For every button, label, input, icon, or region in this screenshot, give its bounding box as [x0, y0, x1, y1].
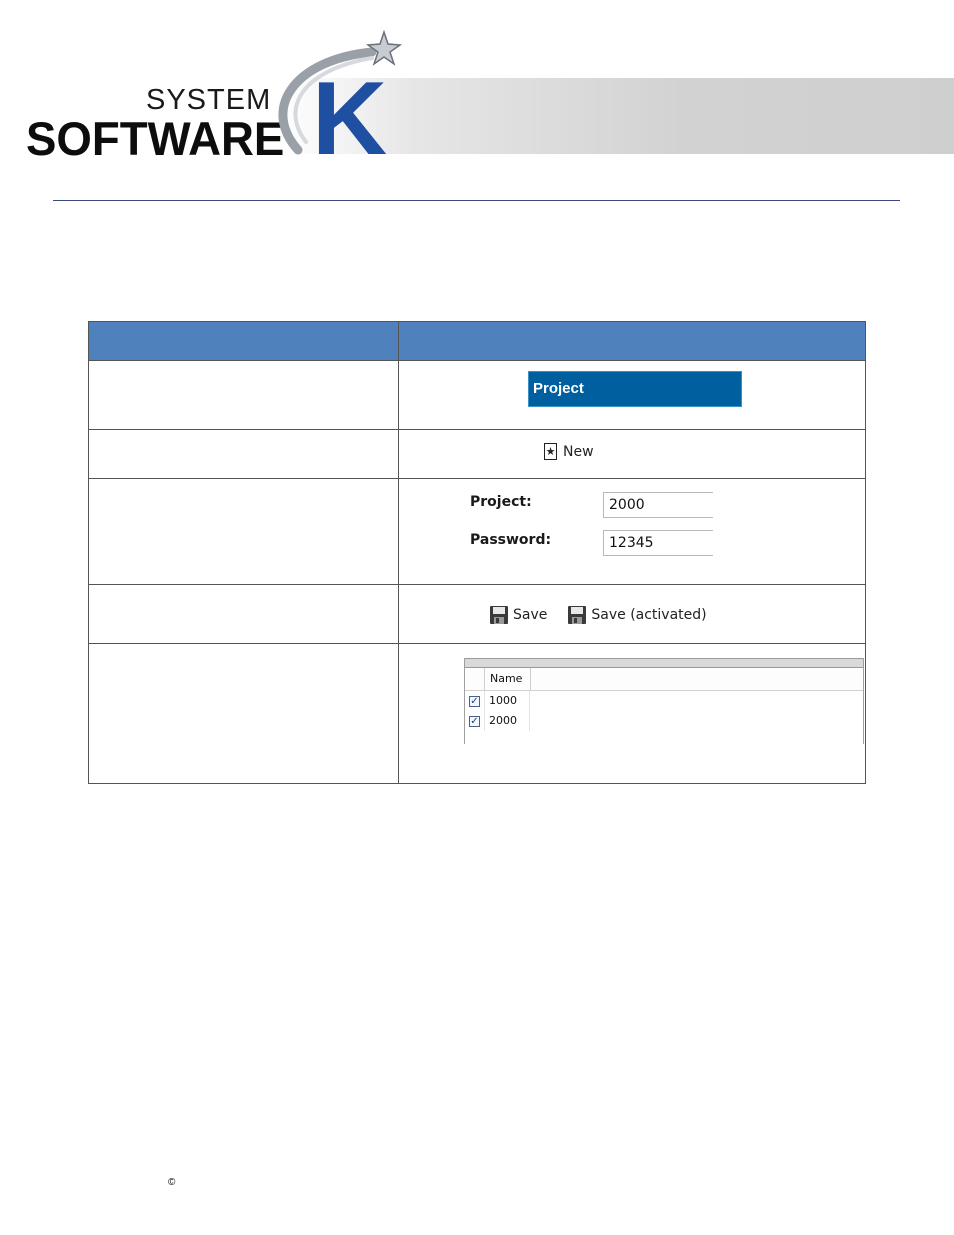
- project-tab[interactable]: Project: [528, 371, 742, 407]
- header-cell-image: [398, 321, 866, 361]
- grid-row-name: 1000: [485, 691, 530, 711]
- grid-row-check: ✓: [465, 691, 485, 711]
- step-cell: [88, 478, 399, 585]
- project-grid: Name ✓ 1000 ✓ 2000: [464, 658, 864, 744]
- password-input[interactable]: [603, 530, 713, 556]
- step-cell: [88, 360, 399, 430]
- grid-header-row: Name: [465, 668, 863, 691]
- image-cell: Save Save (activated): [398, 584, 866, 644]
- image-cell: Project: [398, 360, 866, 430]
- grid-row-name: 2000: [485, 711, 530, 731]
- password-label: Password:: [470, 532, 552, 548]
- save-button-label: Save: [513, 607, 548, 623]
- star-icon: ★: [544, 443, 557, 460]
- step-cell: [88, 429, 399, 479]
- table-row: Save Save (activated): [88, 584, 866, 644]
- step-cell: [88, 643, 399, 784]
- table-header-row: [88, 321, 866, 361]
- checkbox[interactable]: ✓: [469, 695, 480, 707]
- logo-k-icon: K: [278, 30, 402, 158]
- save-activated-label: Save (activated): [591, 607, 707, 623]
- logo-software-text: SOFTWARE: [26, 112, 285, 165]
- save-button[interactable]: Save: [489, 605, 547, 625]
- step-cell: [88, 584, 399, 644]
- header-cell-step: [88, 321, 399, 361]
- table-row: Name ✓ 1000 ✓ 2000: [88, 643, 866, 784]
- copyright-symbol: ©: [168, 1177, 176, 1188]
- instruction-table: Project ★ New Project: Password:: [88, 321, 866, 784]
- grid-row[interactable]: ✓ 1000: [465, 691, 863, 711]
- grid-top-bar: [465, 658, 863, 668]
- checkbox[interactable]: ✓: [469, 715, 480, 727]
- image-cell: ★ New: [398, 429, 866, 479]
- new-button-label: New: [563, 443, 594, 460]
- image-cell: Project: Password:: [398, 478, 866, 585]
- table-row: Project: [88, 360, 866, 430]
- header-rule: [53, 200, 900, 201]
- grid-row[interactable]: ✓ 2000: [465, 711, 863, 731]
- new-button[interactable]: ★ New: [544, 443, 594, 460]
- grid-header-check: [465, 668, 485, 690]
- grid-header-name[interactable]: Name: [485, 668, 531, 690]
- save-button-group: Save Save (activated): [489, 605, 727, 625]
- save-activated-button[interactable]: Save (activated): [567, 605, 707, 625]
- image-cell: Name ✓ 1000 ✓ 2000: [398, 643, 866, 784]
- project-label: Project:: [470, 494, 532, 510]
- floppy-disk-icon: [490, 606, 508, 624]
- table-row: ★ New: [88, 429, 866, 479]
- project-input[interactable]: [603, 492, 713, 518]
- floppy-disk-icon: [568, 606, 587, 624]
- table-row: Project: Password:: [88, 478, 866, 585]
- logo-k-letter: K: [312, 61, 387, 158]
- grid-row-check: ✓: [465, 711, 485, 731]
